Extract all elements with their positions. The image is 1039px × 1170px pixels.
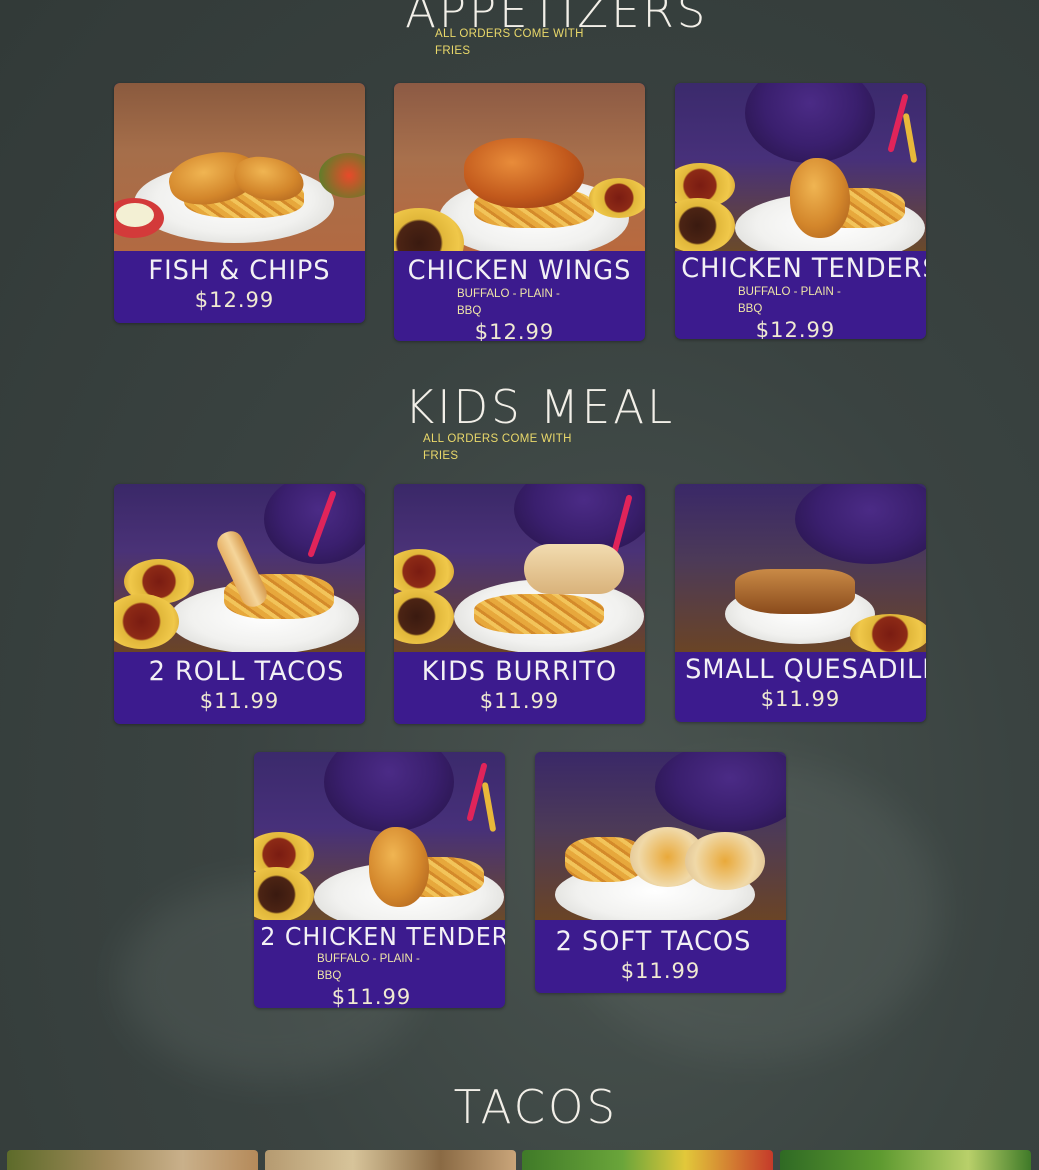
card-info: 2 SOFT TACOS $11.99: [535, 926, 786, 983]
section-note-kids-meal: ALL ORDERS COME WITH FRIES: [423, 433, 572, 462]
food-photo: [675, 83, 926, 251]
taco-photo-tile[interactable]: [522, 1150, 773, 1170]
card-info: KIDS BURRITO $11.99: [394, 656, 645, 713]
menu-card-chicken-wings[interactable]: CHICKEN WINGS BUFFALO - PLAIN - BBQ $12.…: [394, 83, 645, 341]
card-info: FISH & CHIPS $12.99: [114, 255, 365, 312]
item-name: 2 ROLL TACOS: [148, 656, 345, 687]
card-info: 2 CHICKEN TENDERS BUFFALO - PLAIN - BBQ …: [254, 922, 505, 1008]
taco-photo-tile[interactable]: [780, 1150, 1031, 1170]
menu-card-2-chicken-tenders[interactable]: 2 CHICKEN TENDERS BUFFALO - PLAIN - BBQ …: [254, 752, 505, 1008]
menu-card-chicken-tenders[interactable]: CHICKEN TENDERS BUFFALO - PLAIN - BBQ $1…: [675, 83, 926, 339]
menu-card-kids-burrito[interactable]: KIDS BURRITO $11.99: [394, 484, 645, 724]
card-info: SMALL QUESADILLA $11.99: [675, 654, 926, 711]
card-info: CHICKEN WINGS BUFFALO - PLAIN - BBQ $12.…: [394, 255, 645, 341]
item-price: $11.99: [199, 689, 280, 713]
item-name: CHICKEN WINGS: [407, 255, 632, 286]
item-options: BUFFALO - PLAIN - BBQ: [317, 953, 420, 982]
menu-card-fish-and-chips[interactable]: FISH & CHIPS $12.99: [114, 83, 365, 323]
item-name: KIDS BURRITO: [421, 656, 618, 687]
item-price: $11.99: [620, 959, 701, 983]
menu-card-2-soft-tacos[interactable]: 2 SOFT TACOS $11.99: [535, 752, 786, 993]
item-price: $12.99: [194, 288, 275, 312]
item-options: BUFFALO - PLAIN - BBQ: [457, 288, 560, 317]
item-price: $12.99: [474, 320, 555, 341]
food-photo: [114, 83, 365, 251]
food-photo: [114, 484, 365, 652]
section-title-kids-meal: KIDS MEAL: [404, 380, 676, 434]
item-price: $11.99: [331, 985, 412, 1008]
item-name: CHICKEN TENDERS: [681, 253, 926, 284]
section-title-tacos: TACOS: [453, 1080, 619, 1134]
item-name: 2 SOFT TACOS: [555, 926, 752, 957]
item-name: 2 CHICKEN TENDERS: [260, 922, 505, 951]
taco-photo-tile[interactable]: [265, 1150, 516, 1170]
food-photo: [675, 484, 926, 652]
menu-card-small-quesadilla[interactable]: SMALL QUESADILLA $11.99: [675, 484, 926, 722]
food-photo: [535, 752, 786, 920]
card-info: 2 ROLL TACOS $11.99: [114, 656, 365, 713]
item-price: $11.99: [760, 687, 841, 711]
item-price: $11.99: [479, 689, 560, 713]
food-photo: [254, 752, 505, 920]
card-info: CHICKEN TENDERS BUFFALO - PLAIN - BBQ $1…: [675, 253, 926, 339]
item-name: SMALL QUESADILLA: [685, 654, 926, 685]
item-options: BUFFALO - PLAIN - BBQ: [738, 286, 841, 315]
item-name: FISH & CHIPS: [148, 255, 331, 286]
taco-photo-tile[interactable]: [7, 1150, 258, 1170]
menu-card-2-roll-tacos[interactable]: 2 ROLL TACOS $11.99: [114, 484, 365, 724]
section-note-appetizers: ALL ORDERS COME WITH FRIES: [435, 28, 584, 57]
item-price: $12.99: [755, 318, 836, 339]
food-photo: [394, 83, 645, 251]
food-photo: [394, 484, 645, 652]
